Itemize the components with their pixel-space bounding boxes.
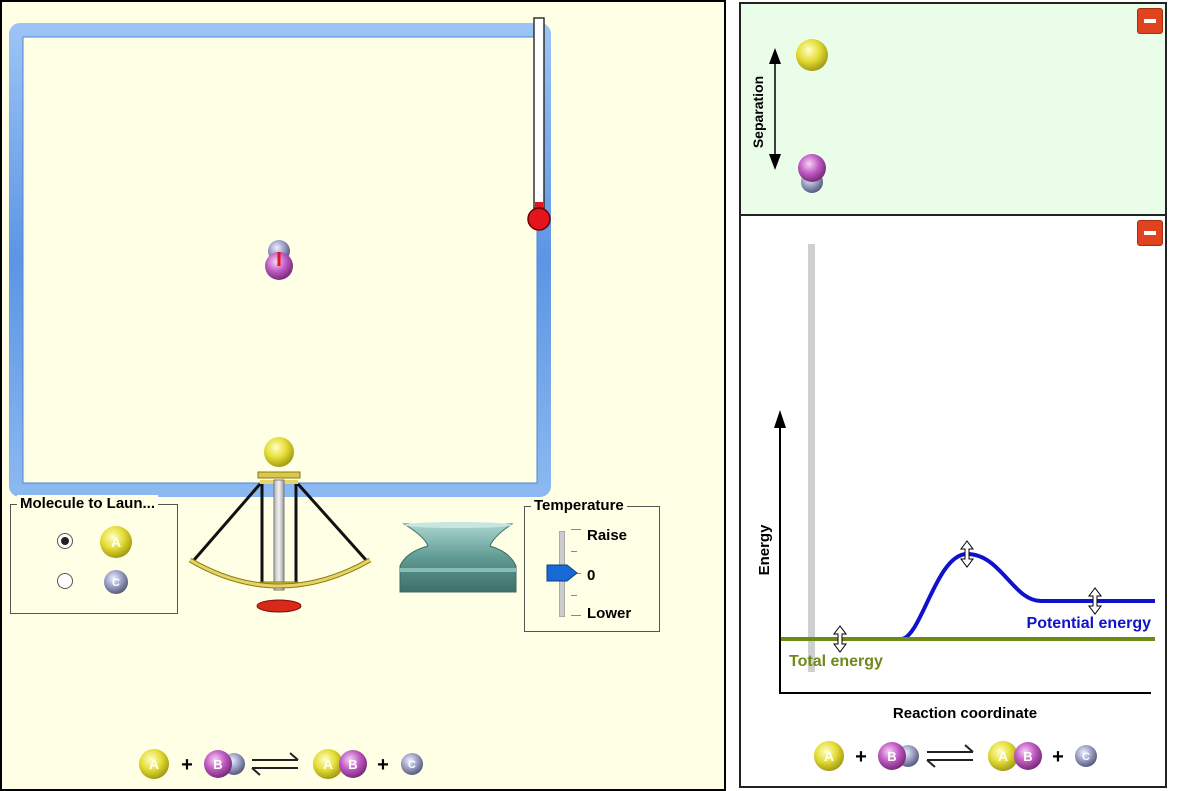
equation-equilibrium-arrows <box>251 752 299 776</box>
temperature-slider-thumb[interactable] <box>546 564 579 583</box>
svg-text:A: A <box>824 748 834 764</box>
svg-text:A: A <box>998 748 1008 764</box>
reaction-equation: A + B A B + C <box>139 749 423 779</box>
simulation-panel: Molecule to Laun... A C Temperature Rais… <box>0 0 726 791</box>
equation-ab: A B <box>313 749 367 779</box>
reaction-coordinate-cursor <box>808 244 815 672</box>
energy-equation-bc: B <box>878 742 919 770</box>
equation-bc: B <box>204 750 245 778</box>
equation-atom-c: C <box>401 753 423 775</box>
separation-bc-molecule <box>798 154 826 193</box>
energy-panel: Energy Reaction coordinate Potential ene… <box>739 214 1167 788</box>
svg-text:C: C <box>1082 751 1090 763</box>
temperature-title: Temperature <box>531 497 627 514</box>
energy-equation-plus-2: + <box>1052 746 1064 768</box>
temperature-group: Temperature Raise 0 Lower <box>524 497 660 632</box>
separation-minimize-button[interactable] <box>1137 8 1163 34</box>
molecule-to-launch-group: Molecule to Laun... A C <box>10 495 178 614</box>
energy-equation-plus-1: + <box>855 746 867 768</box>
energy-equation-atom-a: A <box>814 741 844 771</box>
potential-energy-label: Potential energy <box>1027 615 1152 632</box>
atom-c-icon: C <box>104 570 128 594</box>
svg-text:A: A <box>323 756 333 772</box>
energy-diagram: Energy Reaction coordinate Potential ene… <box>756 244 1155 722</box>
molecule-launcher[interactable] <box>188 436 374 616</box>
separation-atom-a <box>796 39 828 71</box>
energy-axis-label: Energy <box>756 524 773 576</box>
heater-pump[interactable] <box>398 522 520 594</box>
svg-text:B: B <box>213 757 222 772</box>
svg-text:A: A <box>111 534 121 550</box>
equation-plus-2: + <box>377 754 389 776</box>
reaction-coordinate-label: Reaction coordinate <box>893 705 1037 722</box>
svg-text:B: B <box>887 749 896 764</box>
energy-equation-ab: A B <box>988 741 1042 771</box>
separation-panel: Separation <box>739 2 1167 216</box>
energy-equation: A + B A B + C <box>814 741 1097 771</box>
svg-text:A: A <box>149 756 159 772</box>
svg-text:C: C <box>112 577 120 589</box>
svg-text:B: B <box>348 757 357 772</box>
bc-molecule-graphic <box>265 240 293 280</box>
bc-molecule <box>264 240 298 286</box>
temperature-value-label: 0 <box>587 567 596 584</box>
svg-text:C: C <box>408 759 416 771</box>
separation-label: Separation <box>750 76 766 148</box>
equation-plus-1: + <box>181 754 193 776</box>
energy-equation-atom-c: C <box>1075 745 1097 767</box>
equation-atom-a: A <box>139 749 169 779</box>
radio-launch-a[interactable] <box>57 533 73 549</box>
energy-equation-equilibrium-arrows <box>926 744 974 768</box>
svg-text:B: B <box>1023 749 1032 764</box>
atom-a-icon: A <box>100 526 132 558</box>
thermometer <box>527 16 551 234</box>
temperature-lower-label: Lower <box>587 605 632 622</box>
temperature-raise-label: Raise <box>587 527 628 544</box>
total-energy-label: Total energy <box>789 653 883 670</box>
molecule-to-launch-title: Molecule to Laun... <box>17 495 159 512</box>
radio-launch-c[interactable] <box>57 573 73 589</box>
